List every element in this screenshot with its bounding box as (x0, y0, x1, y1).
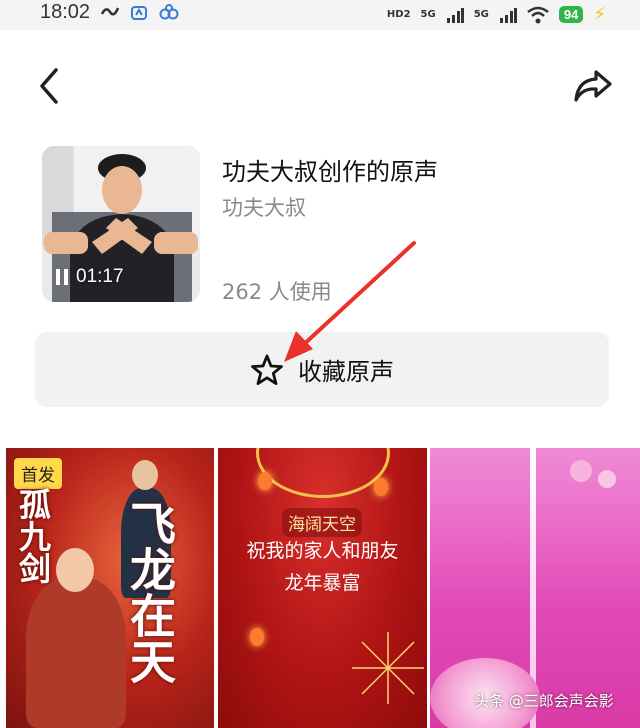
star-icon (251, 354, 283, 385)
share-icon (574, 70, 612, 102)
watermark: 头条 @三郎会声会影 (474, 692, 614, 710)
chevron-left-icon (40, 68, 58, 104)
tile-2-lantern-right (374, 478, 388, 496)
tile-2-plaque: 海阔天空 (282, 508, 362, 537)
charging-icon: ⚡ (593, 4, 606, 25)
tile-1-figure-woman (26, 578, 126, 728)
signal-2-icon (499, 7, 517, 23)
status-time: 18:02 (40, 1, 91, 23)
link-icon (159, 4, 179, 20)
tile-2-greeting-line2: 龙年暴富 (284, 572, 361, 594)
tile-2-greeting-line1: 祝我的家人和朋友 (246, 540, 399, 562)
signal-1-icon (446, 7, 464, 23)
status-right: HD2 5G 5G 94 ⚡ (387, 4, 606, 25)
cloud-icon (131, 6, 147, 20)
wifi-icon (527, 6, 549, 23)
music-title: 功夫大叔创作的原声 (222, 158, 438, 186)
tile-2-firework (352, 632, 424, 704)
tile-1-title-left: 孤九剑 (14, 488, 52, 584)
tile-2-lantern-bottom (250, 628, 264, 646)
tile-3-flower-top-1 (570, 460, 592, 482)
share-button[interactable] (570, 64, 616, 108)
usage-count: 262 人使用 (222, 280, 332, 304)
video-tile-2[interactable]: 海阔天空 祝我的家人和朋友 龙年暴富 (218, 448, 427, 728)
status-left-icons (100, 4, 180, 22)
video-tile-1[interactable]: 首发 孤九剑 飞龙在天 (6, 448, 214, 728)
music-cover[interactable]: 01:17 (42, 146, 200, 302)
tile-1-figure-woman-head (56, 548, 94, 592)
signal-1-label: 5G (420, 9, 436, 20)
battery-indicator: 94 (558, 6, 584, 23)
video-tile-3[interactable] (430, 448, 640, 728)
pause-icon (56, 269, 68, 285)
tile-1-title-right: 飞龙在天 (123, 500, 177, 684)
signal-2-label: 5G (473, 9, 489, 20)
hd-indicator: HD2 (386, 9, 411, 20)
tile-2-gold-ring (256, 448, 390, 498)
collect-sound-button[interactable]: 收藏原声 (35, 332, 609, 407)
app-notification-icon (100, 7, 120, 16)
tile-1-figure-man-head (132, 460, 158, 490)
back-button[interactable] (34, 64, 68, 108)
play-overlay[interactable]: 01:17 (56, 266, 124, 288)
tile-3-flower-top-2 (598, 470, 616, 488)
status-bar: 18:02 HD2 5G 5G 94 ⚡ (0, 0, 640, 30)
collect-sound-label: 收藏原声 (298, 358, 394, 386)
tile-2-lantern-left (258, 472, 272, 490)
play-time: 01:17 (76, 266, 124, 287)
music-author[interactable]: 功夫大叔 (222, 192, 306, 222)
premiere-badge: 首发 (14, 458, 62, 489)
